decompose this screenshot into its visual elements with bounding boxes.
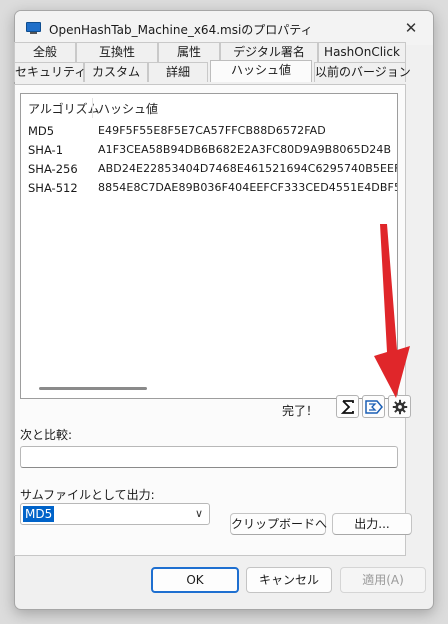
tab-digital-signatures[interactable]: デジタル署名: [220, 42, 318, 62]
computer-icon: [26, 22, 41, 34]
algorithm-name: MD5: [28, 124, 55, 138]
export-icon: [364, 399, 383, 414]
gear-icon: [392, 399, 407, 414]
algorithm-name: SHA-1: [28, 143, 64, 157]
column-header-hash[interactable]: ハッシュ値: [98, 100, 158, 117]
export-label: サムファイルとして出力:: [20, 488, 155, 502]
window-title: OpenHashTab_Machine_x64.msiのプロパティ: [49, 23, 313, 37]
tab-hash[interactable]: ハッシュ値: [210, 60, 312, 82]
compare-input[interactable]: [20, 446, 398, 468]
tab-previous-versions[interactable]: 以前のバージョン: [314, 62, 411, 82]
sigma-icon: [340, 399, 354, 414]
list-header: アルゴリズム ハッシュ値: [21, 94, 397, 120]
list-item[interactable]: SHA-512 8854E8C7DAE89B036F404EEFCF333CED…: [21, 179, 397, 198]
hash-value: E49F5F55E8F5E7CA57FFCB88D6572FAD: [98, 124, 326, 137]
tab-general[interactable]: 全般: [14, 42, 76, 62]
tab-custom[interactable]: カスタム: [84, 62, 148, 82]
status-text: 完了！: [282, 404, 319, 418]
apply-button[interactable]: 適用(A): [340, 567, 426, 593]
hash-value: 8854E8C7DAE89B036F404EEFCF333CED4551E4DB…: [98, 181, 398, 194]
export-file-button[interactable]: 出力...: [332, 513, 412, 535]
column-header-algorithm[interactable]: アルゴリズム: [28, 100, 100, 117]
copy-to-clipboard-button[interactable]: クリップボードへ: [230, 513, 327, 535]
algorithm-name: SHA-256: [28, 162, 78, 176]
selected-algorithm: MD5: [23, 506, 55, 522]
title-bar: OpenHashTab_Machine_x64.msiのプロパティ ✕: [15, 11, 433, 45]
ok-button[interactable]: OK: [151, 567, 239, 593]
hash-value: ABD24E22853404D7468E461521694C6295740B5E…: [98, 162, 398, 175]
tab-security[interactable]: セキュリティ: [14, 62, 86, 82]
tab-hashonclick[interactable]: HashOnClick: [318, 42, 406, 62]
compare-label: 次と比較:: [20, 428, 73, 442]
chevron-down-icon: ∨: [194, 507, 203, 520]
close-icon: ✕: [404, 19, 418, 37]
algorithm-name: SHA-512: [28, 181, 78, 195]
list-item[interactable]: SHA-1 A1F3CEA58B94DB6B682E2A3FC80D9A9B80…: [21, 141, 397, 160]
list-item[interactable]: SHA-256 ABD24E22853404D7468E461521694C62…: [21, 160, 397, 179]
hash-value: A1F3CEA58B94DB6B682E2A3FC80D9A9B8065D24B: [98, 143, 392, 156]
cancel-button[interactable]: キャンセル: [246, 567, 332, 593]
column-separator[interactable]: [92, 98, 93, 118]
tab-attributes[interactable]: 属性: [158, 42, 220, 62]
list-item[interactable]: MD5 E49F5F55E8F5E7CA57FFCB88D6572FAD: [21, 122, 397, 141]
horizontal-scrollbar[interactable]: [39, 387, 147, 390]
algorithm-select[interactable]: MD5 ∨: [20, 503, 210, 525]
tab-compatibility[interactable]: 互換性: [76, 42, 158, 62]
close-button[interactable]: ✕: [395, 15, 427, 41]
hash-list[interactable]: アルゴリズム ハッシュ値 MD5 E49F5F55E8F5E7CA57FFCB8…: [20, 93, 398, 399]
checksum-button[interactable]: [336, 395, 359, 418]
tab-details[interactable]: 詳細: [148, 62, 208, 82]
annotation-arrow: [374, 224, 410, 398]
tab-strip: 全般 互換性 属性 デジタル署名 HashOnClick セキュリティ カスタム…: [14, 42, 411, 84]
